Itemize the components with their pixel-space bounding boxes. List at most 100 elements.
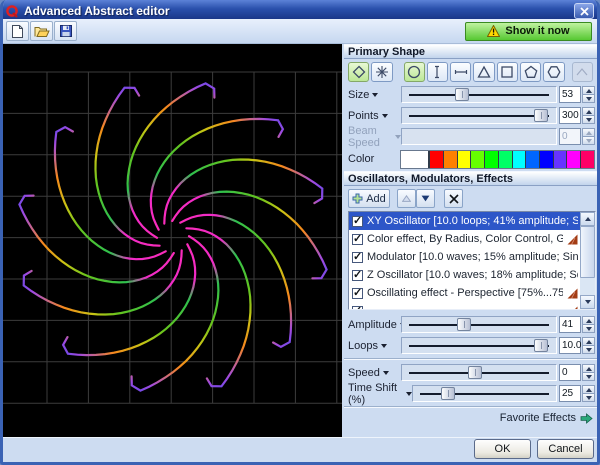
- new-file-button[interactable]: [6, 21, 29, 41]
- amplitude-label[interactable]: Amplitude: [348, 319, 401, 331]
- color-swatch[interactable]: [567, 151, 581, 168]
- shape-hline-button[interactable]: [450, 62, 471, 82]
- checkbox-checked-icon[interactable]: [352, 216, 363, 227]
- loops-label[interactable]: Loops: [348, 340, 401, 352]
- shape-hexagon-button[interactable]: [543, 62, 564, 82]
- add-plus-icon: [352, 193, 363, 204]
- open-file-button[interactable]: [30, 21, 53, 41]
- spin-down-icon[interactable]: [582, 116, 595, 124]
- show-it-now-label: Show it now: [505, 25, 569, 37]
- color-swatch[interactable]: [540, 151, 554, 168]
- star-icon: [375, 65, 389, 79]
- size-spinner: [582, 86, 595, 103]
- spin-up-icon[interactable]: [582, 107, 595, 116]
- color-swatch[interactable]: [581, 151, 594, 168]
- color-swatch[interactable]: [471, 151, 485, 168]
- size-value[interactable]: 53: [559, 86, 581, 103]
- favorite-effects-row: Favorite Effects: [344, 410, 597, 426]
- spin-up-icon[interactable]: [582, 316, 595, 325]
- spin-down-icon: [582, 137, 595, 145]
- checkbox-checked-icon[interactable]: [352, 288, 363, 299]
- list-item[interactable]: [349, 302, 595, 310]
- warning-icon: [487, 25, 500, 37]
- shape-triangle-button[interactable]: [473, 62, 494, 82]
- dialog-footer: OK Cancel: [3, 437, 597, 462]
- list-item[interactable]: Z Oscillator [10.0 waves; 18% amplitude;…: [349, 266, 595, 284]
- checkbox-checked-icon[interactable]: [352, 252, 363, 263]
- favorite-effects-link[interactable]: Favorite Effects: [500, 412, 576, 424]
- checkbox-checked-icon[interactable]: [352, 270, 363, 281]
- diamond-icon: [352, 65, 366, 79]
- triangle-icon: [477, 65, 491, 79]
- spin-down-icon[interactable]: [582, 373, 595, 381]
- color-swatch[interactable]: [499, 151, 513, 168]
- shape-pentagon-button[interactable]: [520, 62, 541, 82]
- scroll-thumb[interactable]: [580, 226, 595, 278]
- color-swatch[interactable]: [401, 151, 430, 168]
- pentagon-icon: [524, 65, 538, 79]
- horizontal-line-icon: [454, 65, 468, 79]
- size-label[interactable]: Size: [348, 89, 401, 101]
- scroll-down-icon[interactable]: [580, 295, 595, 309]
- points-slider[interactable]: [401, 107, 557, 124]
- checkbox-checked-icon[interactable]: [352, 234, 363, 245]
- spin-down-icon[interactable]: [582, 394, 595, 402]
- speed-label[interactable]: Speed: [348, 367, 401, 379]
- spin-down-icon[interactable]: [582, 325, 595, 333]
- list-item[interactable]: Color effect, By Radius, Color Control, …: [349, 230, 595, 248]
- time-shift-label[interactable]: Time Shift (%): [348, 382, 412, 406]
- save-file-button[interactable]: [54, 21, 77, 41]
- points-value[interactable]: 300: [559, 107, 581, 124]
- amplitude-value[interactable]: 41: [559, 316, 581, 333]
- amplitude-row: Amplitude 41: [344, 314, 597, 335]
- save-floppy-icon: [59, 24, 73, 38]
- time-shift-slider[interactable]: [412, 385, 557, 402]
- loops-slider[interactable]: [401, 337, 557, 354]
- cancel-button[interactable]: Cancel: [537, 439, 594, 459]
- scroll-up-icon[interactable]: [580, 212, 595, 226]
- loops-value[interactable]: 10.0: [559, 337, 581, 354]
- spin-up-icon: [582, 128, 595, 137]
- mode-star-button[interactable]: [371, 62, 392, 82]
- color-swatch[interactable]: [485, 151, 499, 168]
- spin-down-icon[interactable]: [582, 95, 595, 103]
- close-icon[interactable]: [574, 3, 594, 19]
- show-it-now-button[interactable]: Show it now: [465, 22, 592, 41]
- list-item[interactable]: XY Oscillator [10.0 loops; 41% amplitude…: [349, 212, 595, 230]
- list-item[interactable]: Oscillating effect - Perspective [75%...…: [349, 284, 595, 302]
- points-label[interactable]: Points: [348, 110, 401, 122]
- spin-up-icon[interactable]: [582, 385, 595, 394]
- shape-vline-button[interactable]: [427, 62, 448, 82]
- move-down-button[interactable]: [416, 189, 435, 208]
- color-swatch[interactable]: [458, 151, 472, 168]
- color-swatch[interactable]: [554, 151, 568, 168]
- effects-scrollbar[interactable]: [580, 212, 595, 309]
- time-shift-row: Time Shift (%) 25: [344, 383, 597, 404]
- ok-button[interactable]: OK: [474, 439, 531, 459]
- color-swatch[interactable]: [526, 151, 540, 168]
- add-effect-button[interactable]: Add: [348, 189, 390, 208]
- color-swatch[interactable]: [513, 151, 527, 168]
- color-label: Color: [348, 153, 400, 165]
- shape-circle-button[interactable]: [404, 62, 425, 82]
- speed-value[interactable]: 0: [559, 364, 581, 381]
- list-item[interactable]: Modulator [10.0 waves; 15% amplitude; Si…: [349, 248, 595, 266]
- move-up-button[interactable]: [397, 189, 416, 208]
- color-swatch[interactable]: [430, 151, 444, 168]
- color-swatch[interactable]: [444, 151, 458, 168]
- checkbox-checked-icon[interactable]: [352, 306, 363, 311]
- chevron-down-icon: [381, 344, 387, 348]
- amplitude-slider[interactable]: [401, 316, 557, 333]
- delete-x-icon: [449, 194, 459, 204]
- time-shift-value[interactable]: 25: [559, 385, 581, 402]
- favorite-arrow-icon[interactable]: [580, 413, 593, 424]
- mode-diamond-button[interactable]: [348, 62, 369, 82]
- spin-up-icon[interactable]: [582, 337, 595, 346]
- size-slider[interactable]: [401, 86, 557, 103]
- speed-slider[interactable]: [401, 364, 557, 381]
- delete-effect-button[interactable]: [444, 189, 463, 208]
- spin-down-icon[interactable]: [582, 346, 595, 354]
- shape-square-button[interactable]: [497, 62, 518, 82]
- spin-up-icon[interactable]: [582, 86, 595, 95]
- spin-up-icon[interactable]: [582, 364, 595, 373]
